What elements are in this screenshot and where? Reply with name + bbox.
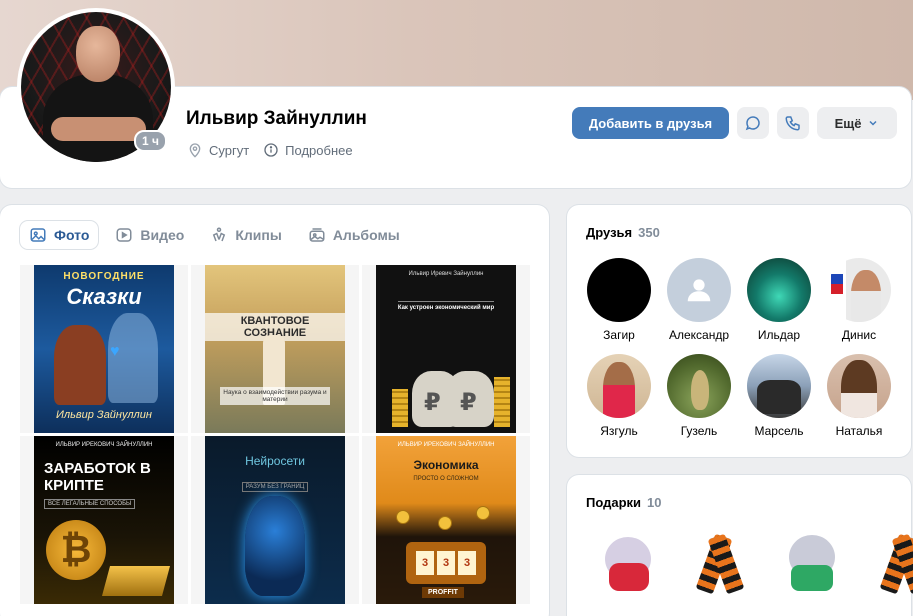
friend-item[interactable]: Ильдар	[739, 258, 819, 342]
gifts-header[interactable]: Подарки 10	[586, 495, 662, 510]
photo-tile[interactable]: ИЛЬВИР ИРЕКОВИЧ ЗАЙНУЛЛИН Экономика ПРОС…	[362, 436, 530, 604]
book-cover: ИЛЬВИР ИРЕКОВИЧ ЗАЙНУЛЛИН Экономика ПРОС…	[376, 436, 516, 604]
friend-item[interactable]: Александр	[659, 258, 739, 342]
video-icon	[116, 228, 132, 242]
book-cover: ♥ НОВОГОДНИЕ Сказки Ильвир Зайнуллин	[34, 265, 174, 433]
city-label: Сургут	[209, 142, 250, 158]
details-label: Подробнее	[285, 142, 353, 158]
tab-albums[interactable]: Альбомы	[299, 221, 409, 249]
clips-icon	[213, 227, 226, 242]
friend-name: Динис	[841, 328, 877, 342]
tab-clips[interactable]: Клипы	[201, 221, 290, 249]
ribbon-gift-icon[interactable]	[687, 527, 751, 597]
avatar	[827, 354, 891, 418]
friends-title: Друзья	[586, 225, 633, 240]
add-friend-button[interactable]: Добавить в друзья	[572, 107, 729, 139]
avatar	[747, 258, 811, 322]
location-pin-icon	[189, 143, 201, 158]
cat-gift-icon[interactable]	[779, 527, 843, 597]
profile-actions: Добавить в друзья Ещё	[572, 107, 897, 139]
friend-name: Александр	[668, 328, 730, 342]
tab-video[interactable]: Видео	[106, 221, 193, 249]
tab-label: Клипы	[235, 227, 282, 243]
avatar	[827, 258, 891, 322]
avatar	[747, 354, 811, 418]
friend-name: Марсель	[754, 424, 804, 438]
image-icon	[30, 228, 46, 242]
phone-icon	[785, 116, 800, 131]
friend-item[interactable]: Динис	[819, 258, 899, 342]
friend-item[interactable]: Наталья	[819, 354, 899, 438]
albums-icon	[309, 228, 325, 242]
friend-item[interactable]: Гузель	[659, 354, 739, 438]
photo-tile[interactable]: ♥ НОВОГОДНИЕ Сказки Ильвир Зайнуллин	[20, 265, 188, 433]
tab-label: Фото	[54, 227, 90, 243]
hamster-gift-icon[interactable]	[595, 527, 659, 597]
chat-bubble-icon	[745, 116, 760, 131]
last-seen-badge: 1 ч	[134, 130, 167, 152]
avatar	[667, 354, 731, 418]
avatar	[667, 258, 731, 322]
profile-name: Ильвир Зайнуллин	[186, 108, 367, 129]
avatar	[587, 354, 651, 418]
profile-meta: Сургут Подробнее	[187, 142, 353, 158]
photo-grid: ♥ НОВОГОДНИЕ Сказки Ильвир Зайнуллин КВА…	[20, 265, 530, 604]
gifts-row	[595, 527, 913, 597]
gifts-count: 10	[647, 495, 662, 510]
message-button[interactable]	[737, 107, 769, 139]
photo-tile[interactable]: КВАНТОВОЕ СОЗНАНИЕ Наука о взаимодействи…	[191, 265, 359, 433]
city-item[interactable]: Сургут	[187, 142, 249, 158]
more-button[interactable]: Ещё	[817, 107, 897, 139]
friends-header[interactable]: Друзья 350	[586, 225, 660, 240]
friend-item[interactable]: Язгуль	[579, 354, 659, 438]
photo-tile[interactable]: ИЛЬВИР ИРЕКОВИЧ ЗАЙНУЛЛИН ЗАРАБОТОК В КР…	[20, 436, 188, 604]
call-button[interactable]	[777, 107, 809, 139]
media-card: Фото Видео Клипы Альбомы ♥ НОВОГОДНИЕ Ск…	[0, 205, 549, 616]
photo-tile[interactable]: Нейросети РАЗУМ БЕЗ ГРАНИЦ	[191, 436, 359, 604]
friends-count: 350	[638, 225, 660, 240]
gifts-title: Подарки	[586, 495, 642, 510]
friend-name: Наталья	[835, 424, 883, 438]
friend-item[interactable]: Загир	[579, 258, 659, 342]
friend-name: Гузель	[680, 424, 718, 438]
avatar	[587, 258, 651, 322]
chevron-down-icon	[869, 120, 877, 126]
user-placeholder-icon	[687, 279, 711, 302]
gifts-card: Подарки 10	[567, 475, 913, 616]
friends-card: Друзья 350 Загир Александр Ильдар Динис …	[567, 205, 911, 457]
tab-photos[interactable]: Фото	[20, 221, 98, 249]
photo-tile[interactable]: Ильвир Иревич Зайнуллин Как устроен экон…	[362, 265, 530, 433]
friend-name: Загир	[603, 328, 635, 342]
heart-icon: ♥	[110, 343, 120, 360]
bitcoin-icon: ₿	[46, 520, 106, 580]
details-link[interactable]: Подробнее	[263, 142, 353, 158]
friend-item[interactable]: Марсель	[739, 354, 819, 438]
tab-label: Альбомы	[332, 227, 400, 243]
book-cover: КВАНТОВОЕ СОЗНАНИЕ Наука о взаимодействи…	[205, 265, 345, 433]
book-cover: Ильвир Иревич Зайнуллин Как устроен экон…	[376, 265, 516, 433]
friend-name: Ильдар	[757, 328, 801, 342]
media-tabs: Фото Видео Клипы Альбомы	[20, 221, 409, 249]
ribbon-gift-icon[interactable]	[871, 527, 913, 597]
info-icon	[264, 143, 278, 157]
book-cover: Нейросети РАЗУМ БЕЗ ГРАНИЦ	[205, 436, 345, 604]
more-label: Ещё	[834, 115, 862, 131]
friends-grid: Загир Александр Ильдар Динис Язгуль Гузе…	[579, 258, 899, 438]
book-cover: ИЛЬВИР ИРЕКОВИЧ ЗАЙНУЛЛИН ЗАРАБОТОК В КР…	[34, 436, 174, 604]
tab-label: Видео	[140, 227, 185, 243]
friend-name: Язгуль	[600, 424, 638, 438]
